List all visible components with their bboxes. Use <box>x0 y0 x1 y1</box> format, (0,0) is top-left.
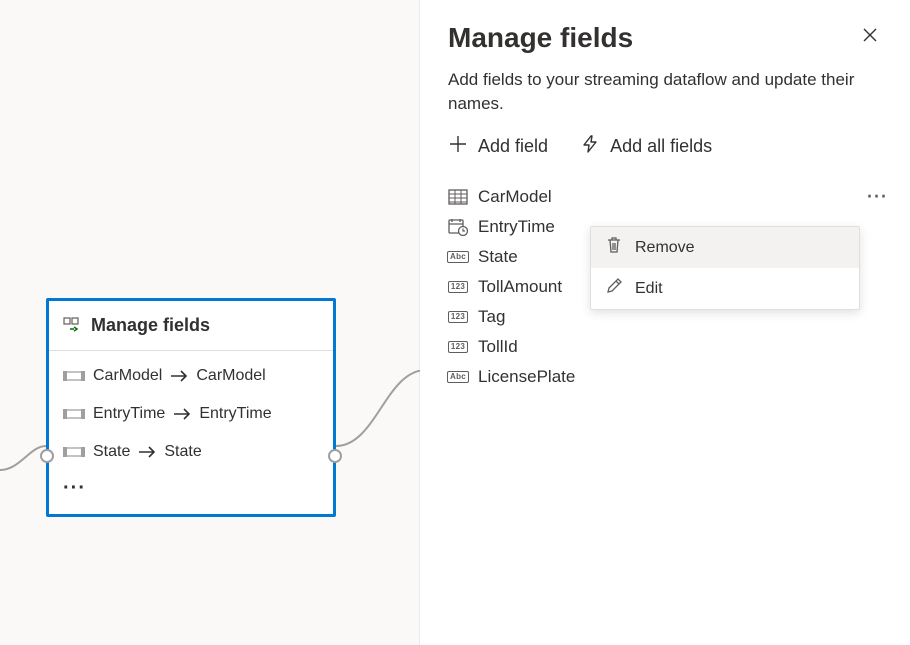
edit-menu-item[interactable]: Edit <box>591 268 859 309</box>
panel-actions: Add field Add all fields <box>448 134 882 159</box>
field-name: EntryTime <box>478 217 555 237</box>
field-name: Tag <box>478 307 505 327</box>
field-type-icon <box>63 407 85 421</box>
plus-icon <box>448 134 468 159</box>
field-src: EntryTime <box>93 405 165 423</box>
field-item[interactable]: 123 TollId <box>448 333 882 361</box>
node-field-row[interactable]: EntryTime EntryTime <box>63 395 319 433</box>
panel-header: Manage fields <box>448 22 882 68</box>
number-type-icon: 123 <box>448 339 468 355</box>
lightning-icon <box>580 134 600 159</box>
field-name: TollAmount <box>478 277 562 297</box>
table-type-icon <box>448 189 468 205</box>
field-name: State <box>478 247 518 267</box>
node-body: CarModel CarModel EntryTime EntryTime St… <box>49 351 333 514</box>
flow-canvas[interactable]: Manage fields CarModel CarModel EntryTim… <box>0 0 420 645</box>
add-all-fields-button[interactable]: Add all fields <box>580 134 712 159</box>
number-type-icon: 123 <box>448 279 468 295</box>
field-name: CarModel <box>478 187 552 207</box>
remove-menu-item[interactable]: Remove <box>591 227 859 268</box>
text-type-icon: Abc <box>448 369 468 385</box>
field-name: LicensePlate <box>478 367 575 387</box>
datetime-type-icon <box>448 219 468 235</box>
app-root: Manage fields CarModel CarModel EntryTim… <box>0 0 910 645</box>
field-type-icon <box>63 369 85 383</box>
arrow-right-icon <box>138 446 156 458</box>
manage-fields-icon <box>63 317 81 335</box>
panel-description: Add fields to your streaming dataflow an… <box>448 68 882 116</box>
node-field-row[interactable]: CarModel CarModel <box>63 357 319 395</box>
edit-label: Edit <box>635 280 663 298</box>
field-src: CarModel <box>93 367 162 385</box>
arrow-right-icon <box>173 408 191 420</box>
field-dst: State <box>164 443 201 461</box>
add-field-button[interactable]: Add field <box>448 134 548 159</box>
output-port[interactable] <box>328 449 342 463</box>
add-field-label: Add field <box>478 136 548 157</box>
arrow-right-icon <box>170 370 188 382</box>
input-port[interactable] <box>40 449 54 463</box>
field-name: TollId <box>478 337 518 357</box>
field-dst: EntryTime <box>199 405 271 423</box>
text-type-icon: Abc <box>448 249 468 265</box>
field-src: State <box>93 443 130 461</box>
field-context-menu: Remove Edit <box>590 226 860 310</box>
remove-label: Remove <box>635 239 695 257</box>
add-all-fields-label: Add all fields <box>610 136 712 157</box>
manage-fields-panel: Manage fields Add fields to your streami… <box>420 0 910 645</box>
pencil-icon <box>605 277 623 300</box>
node-more-indicator[interactable]: ··· <box>63 471 319 504</box>
field-dst: CarModel <box>196 367 265 385</box>
connector-out <box>336 370 426 450</box>
close-icon[interactable] <box>858 22 882 53</box>
node-field-row[interactable]: State State <box>63 433 319 471</box>
number-type-icon: 123 <box>448 309 468 325</box>
node-title: Manage fields <box>91 315 210 336</box>
field-item[interactable]: Abc LicensePlate <box>448 363 882 391</box>
panel-title: Manage fields <box>448 22 633 54</box>
field-item[interactable]: CarModel ··· <box>448 183 882 211</box>
field-type-icon <box>63 445 85 459</box>
trash-icon <box>605 236 623 259</box>
manage-fields-node[interactable]: Manage fields CarModel CarModel EntryTim… <box>46 298 336 517</box>
node-header: Manage fields <box>49 301 333 351</box>
field-more-button[interactable]: ··· <box>867 186 888 207</box>
